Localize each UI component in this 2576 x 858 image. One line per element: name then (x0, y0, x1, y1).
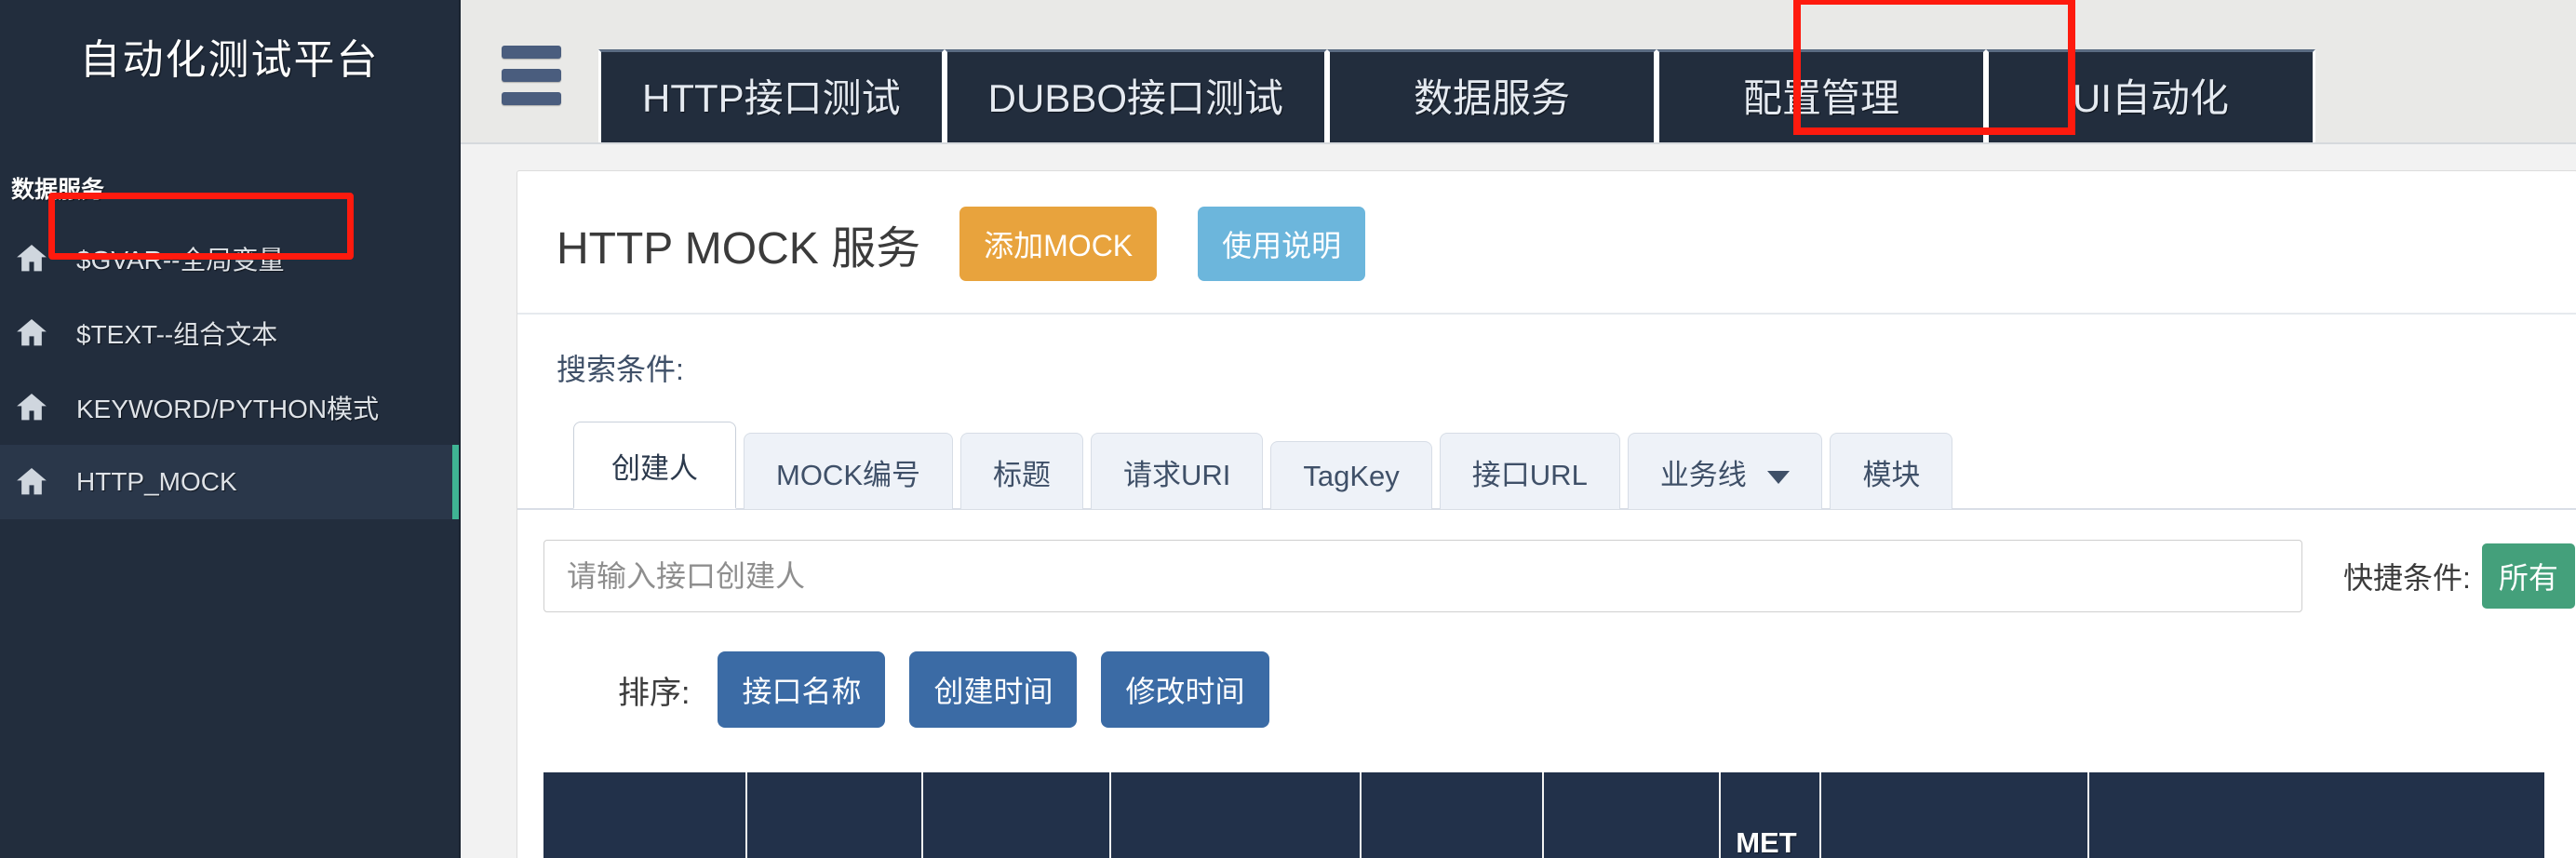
app-root: 自动化测试平台 数据服务 $GVAR--全局变量 $TEXT--组合文本 KEY… (0, 0, 2576, 858)
sort-by-create-time-button[interactable]: 创建时间 (909, 651, 1078, 728)
tab-ui-automation[interactable]: UI自动化 (1986, 49, 2316, 142)
mock-table-wrapper: MOCK编号 业务线 模块 标题 URIkey tagKey METHOD UR… (517, 728, 2576, 858)
quick-conditions: 快捷条件: 所有 (2343, 543, 2575, 609)
sidebar-item-keyword-python[interactable]: KEYWORD/PYTHON模式 (0, 370, 459, 445)
sidebar-item-label: HTTP_MOCK (76, 467, 237, 496)
column-header-business-line[interactable]: 业务线 (746, 772, 923, 858)
card-header: HTTP MOCK 服务 添加MOCK 使用说明 (517, 171, 2576, 315)
column-header-mock-id[interactable]: MOCK编号 (543, 772, 748, 858)
search-tab-label: MOCK编号 (776, 459, 920, 491)
search-input[interactable] (543, 540, 2302, 612)
search-tab-label: 标题 (993, 459, 1051, 491)
tab-http-interface-test[interactable]: HTTP接口测试 (598, 49, 945, 142)
mock-table-header: MOCK编号 业务线 模块 标题 URIkey tagKey METHOD UR… (543, 772, 2544, 858)
sort-by-interface-name-button[interactable]: 接口名称 (718, 651, 886, 728)
search-tab-label: 接口URL (1471, 459, 1588, 491)
search-tab-request-uri[interactable]: 请求URI (1091, 433, 1264, 509)
sidebar-item-label: KEYWORD/PYTHON模式 (76, 395, 380, 423)
search-tab-label: 请求URI (1123, 459, 1231, 491)
sidebar-item-text[interactable]: $TEXT--组合文本 (0, 296, 459, 370)
home-icon (13, 240, 50, 277)
main-area: HTTP接口测试 DUBBO接口测试 数据服务 配置管理 UI自动化 HTTP … (461, 0, 2576, 858)
top-nav-tabs: HTTP接口测试 DUBBO接口测试 数据服务 配置管理 UI自动化 (598, 0, 2316, 142)
hamburger-icon[interactable] (502, 46, 561, 105)
home-icon (13, 389, 50, 426)
home-icon (13, 315, 50, 352)
chevron-down-icon (1767, 470, 1791, 484)
search-tab-mock-id[interactable]: MOCK编号 (744, 433, 953, 509)
http-mock-card: HTTP MOCK 服务 添加MOCK 使用说明 搜索条件: 创建人 MOCK编… (517, 170, 2576, 858)
tab-data-service[interactable]: 数据服务 (1327, 49, 1657, 142)
app-brand-title: 自动化测试平台 (79, 37, 380, 83)
column-header-method[interactable]: METHOD (1720, 772, 1822, 858)
column-header-module[interactable]: 模块 (921, 772, 1111, 858)
search-tab-label: TagKey (1303, 460, 1400, 492)
column-header-title[interactable]: 标题 (1109, 772, 1362, 858)
search-tab-label: 模块 (1862, 459, 1921, 491)
search-tab-creator[interactable]: 创建人 (573, 422, 736, 509)
search-tab-label: 创建人 (611, 452, 698, 485)
sidebar-item-label: $GVAR--全局变量 (76, 246, 285, 275)
mock-table: MOCK编号 业务线 模块 标题 URIkey tagKey METHOD UR… (543, 772, 2544, 858)
search-row: 快捷条件: 所有 (517, 510, 2576, 612)
search-tab-label: 业务线 (1659, 459, 1747, 491)
column-header-url[interactable]: URL (1820, 772, 2089, 858)
search-tab-title[interactable]: 标题 (960, 433, 1083, 509)
sort-label: 排序: (618, 675, 691, 711)
top-navigation-bar: HTTP接口测试 DUBBO接口测试 数据服务 配置管理 UI自动化 (461, 0, 2576, 144)
sidebar-section-title: 数据服务 (11, 177, 105, 203)
tab-dubbo-interface-test[interactable]: DUBBO接口测试 (944, 49, 1328, 142)
sort-row: 排序: 接口名称 创建时间 修改时间 (517, 612, 2576, 728)
content-wrapper: HTTP MOCK 服务 添加MOCK 使用说明 搜索条件: 创建人 MOCK编… (461, 144, 2576, 858)
sidebar-nav: $GVAR--全局变量 $TEXT--组合文本 KEYWORD/PYTHON模式… (0, 221, 459, 519)
usage-instructions-button[interactable]: 使用说明 (1198, 207, 1366, 281)
add-mock-button[interactable]: 添加MOCK (959, 207, 1158, 281)
column-header-urikey[interactable]: URIkey (1361, 772, 1545, 858)
search-tab-tagkey[interactable]: TagKey (1270, 441, 1432, 509)
home-icon (13, 463, 50, 501)
quick-conditions-label: 快捷条件: (2343, 561, 2471, 595)
search-condition-tabs: 创建人 MOCK编号 标题 请求URI TagKey 接口URL 业务线 模块 (517, 389, 2576, 510)
page-title: HTTP MOCK 服务 (557, 224, 921, 274)
sidebar-item-label: $TEXT--组合文本 (76, 320, 278, 349)
search-tab-module[interactable]: 模块 (1830, 433, 1953, 509)
sidebar-item-gvar[interactable]: $GVAR--全局变量 (0, 221, 459, 296)
tab-config-management[interactable]: 配置管理 (1657, 49, 1987, 142)
search-conditions-label: 搜索条件: (557, 353, 684, 386)
search-tab-interface-url[interactable]: 接口URL (1439, 433, 1620, 509)
search-tab-business-line[interactable]: 业务线 (1627, 433, 1823, 509)
column-header-mock-address[interactable]: mock地址 (2087, 772, 2544, 858)
column-header-tagkey[interactable]: tagKey (1543, 772, 1722, 858)
sort-by-modify-time-button[interactable]: 修改时间 (1101, 651, 1269, 728)
quick-condition-all-badge[interactable]: 所有 (2481, 543, 2575, 609)
table-header-row: MOCK编号 业务线 模块 标题 URIkey tagKey METHOD UR… (543, 772, 2544, 858)
sidebar-item-http-mock[interactable]: HTTP_MOCK (0, 445, 459, 519)
sidebar: 自动化测试平台 数据服务 $GVAR--全局变量 $TEXT--组合文本 KEY… (0, 0, 461, 858)
